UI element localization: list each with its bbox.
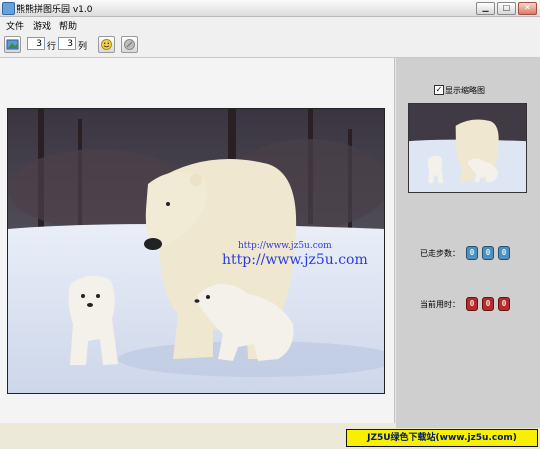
smiley-icon (101, 39, 112, 50)
minimize-button[interactable]: ▁ (476, 2, 495, 15)
time-digit: 0 (482, 297, 494, 311)
watermark-large: http://www.jz5u.com (222, 252, 368, 268)
toolbar: 3 行 3 列 (0, 31, 540, 58)
open-image-button[interactable] (4, 36, 21, 53)
menu-bar: 文件 游戏 帮助 (0, 17, 540, 32)
window-title: 熊熊拼图乐园 v1.0 (16, 5, 93, 15)
thumbnail-image (409, 104, 526, 192)
watermark-small: http://www.jz5u.com (238, 241, 332, 251)
steps-digit: 0 (498, 246, 510, 260)
app-icon (2, 2, 15, 15)
maximize-button[interactable]: □ (497, 2, 516, 15)
download-site-banner: JZ5U绿色下载站(www.jz5u.com) (346, 429, 538, 447)
cols-label: 列 (78, 42, 88, 52)
steps-digit: 0 (482, 246, 494, 260)
polar-bear-photo (8, 109, 384, 393)
steps-digit: 0 (466, 246, 478, 260)
close-button[interactable]: ✕ (518, 2, 537, 15)
time-digit: 0 (466, 297, 478, 311)
stop-game-button[interactable] (121, 36, 138, 53)
title-bar: 熊熊拼图乐园 v1.0 ▁ □ ✕ (0, 0, 540, 17)
start-game-button[interactable] (98, 36, 115, 53)
rows-input[interactable]: 3 (27, 37, 45, 50)
stop-icon (124, 39, 135, 50)
rows-label: 行 (47, 42, 57, 52)
time-label: 当前用时： (420, 300, 460, 309)
steps-label: 已走步数： (420, 249, 460, 258)
thumbnail-preview (408, 103, 527, 193)
show-thumbnail-checkbox[interactable]: ✓ (434, 85, 444, 95)
image-icon (6, 39, 19, 50)
puzzle-board[interactable]: http://www.jz5u.com http://www.jz5u.com (7, 108, 385, 394)
show-thumbnail-label: 显示缩略图 (445, 86, 485, 95)
time-digit: 0 (498, 297, 510, 311)
cols-input[interactable]: 3 (58, 37, 76, 50)
